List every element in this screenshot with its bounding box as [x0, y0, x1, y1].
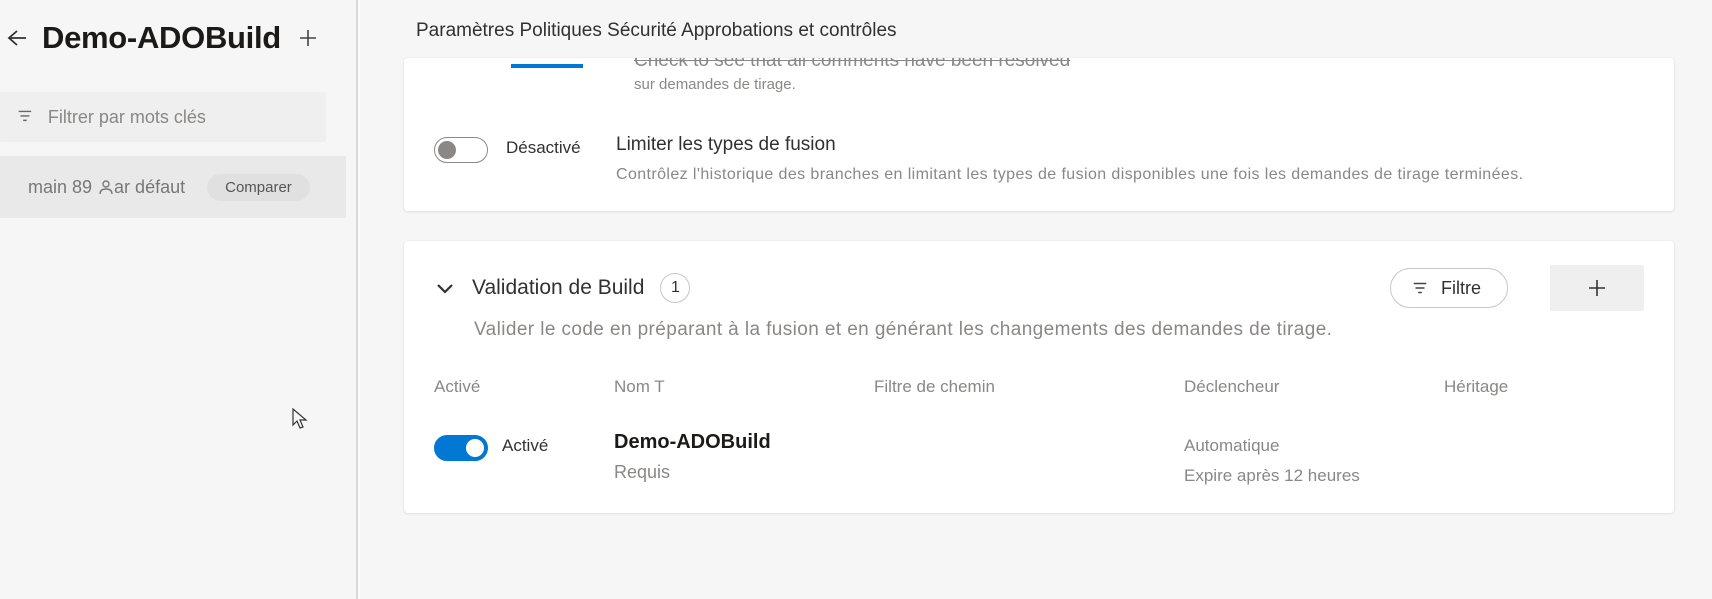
row-trigger-expiry: Expire après 12 heures: [1184, 461, 1444, 491]
back-icon[interactable]: [4, 26, 28, 50]
branch-label: main 89: [28, 177, 92, 198]
toggle-merge-types[interactable]: [434, 137, 488, 163]
tab-underline: [511, 64, 583, 68]
bv-description: Valider le code en préparant à la fusion…: [404, 317, 1674, 359]
merge-policy-desc: Contrôlez l'historique des branches en l…: [616, 161, 1644, 189]
sidebar: Demo-ADOBuild main 89 ar défaut Comparer: [0, 0, 346, 599]
row-build-req: Requis: [614, 462, 874, 483]
pane-divider[interactable]: [346, 0, 366, 599]
breadcrumb[interactable]: Paramètres Politiques Sécurité Approbati…: [366, 8, 1712, 58]
toggle-merge-label: Désactivé: [506, 133, 616, 189]
compare-pill[interactable]: Comparer: [207, 174, 310, 201]
col-enabled[interactable]: Activé: [434, 377, 614, 397]
policy-merge-types: Désactivé Limiter les types de fusion Co…: [404, 121, 1674, 189]
add-build-button[interactable]: [1550, 265, 1644, 311]
row-toggle-label: Activé: [502, 436, 548, 456]
repo-title: Demo-ADOBuild: [42, 20, 298, 56]
policy-cut-line1: Check to see that all comments have been…: [634, 58, 1644, 72]
bv-table-header: Activé Nom T Filtre de chemin Déclencheu…: [434, 377, 1644, 397]
add-icon[interactable]: [298, 28, 318, 48]
build-validation-card: Validation de Build 1 Filtre Valider le …: [404, 241, 1674, 513]
default-badge: ar défaut: [114, 177, 185, 198]
col-trigger[interactable]: Déclencheur: [1184, 377, 1444, 397]
filter-input[interactable]: [48, 107, 310, 128]
row-build-name: Demo-ADOBuild: [614, 431, 874, 454]
row-trigger-mode: Automatique: [1184, 431, 1444, 461]
col-inherit[interactable]: Héritage: [1444, 377, 1644, 397]
policies-card: Check to see that all comments have been…: [404, 58, 1674, 211]
bv-header: Validation de Build 1 Filtre: [404, 241, 1674, 317]
filter-button[interactable]: Filtre: [1390, 268, 1508, 308]
bv-title: Validation de Build: [472, 276, 644, 300]
toggle-build-row[interactable]: [434, 435, 488, 461]
table-row[interactable]: Activé Demo-ADOBuild Requis Automatique …: [434, 431, 1644, 491]
filter-button-label: Filtre: [1441, 278, 1481, 299]
bv-count-badge: 1: [660, 273, 690, 303]
filter-box[interactable]: [0, 92, 326, 142]
chevron-down-icon[interactable]: [434, 277, 456, 299]
main-pane: Paramètres Politiques Sécurité Approbati…: [366, 0, 1712, 599]
merge-policy-title: Limiter les types de fusion: [616, 133, 1644, 157]
col-name[interactable]: Nom T: [614, 377, 874, 397]
policy-cut-line2: sur demandes de tirage.: [634, 76, 1644, 93]
branch-row[interactable]: main 89 ar défaut Comparer: [0, 156, 346, 218]
policy-comment-resolution: Check to see that all comments have been…: [404, 58, 1674, 95]
col-path[interactable]: Filtre de chemin: [874, 377, 1184, 397]
sidebar-header: Demo-ADOBuild: [0, 20, 346, 80]
bv-table: Activé Nom T Filtre de chemin Déclencheu…: [404, 359, 1674, 491]
filter-icon: [16, 107, 34, 127]
branch-name: main 89: [28, 177, 114, 198]
person-icon: [98, 179, 114, 195]
